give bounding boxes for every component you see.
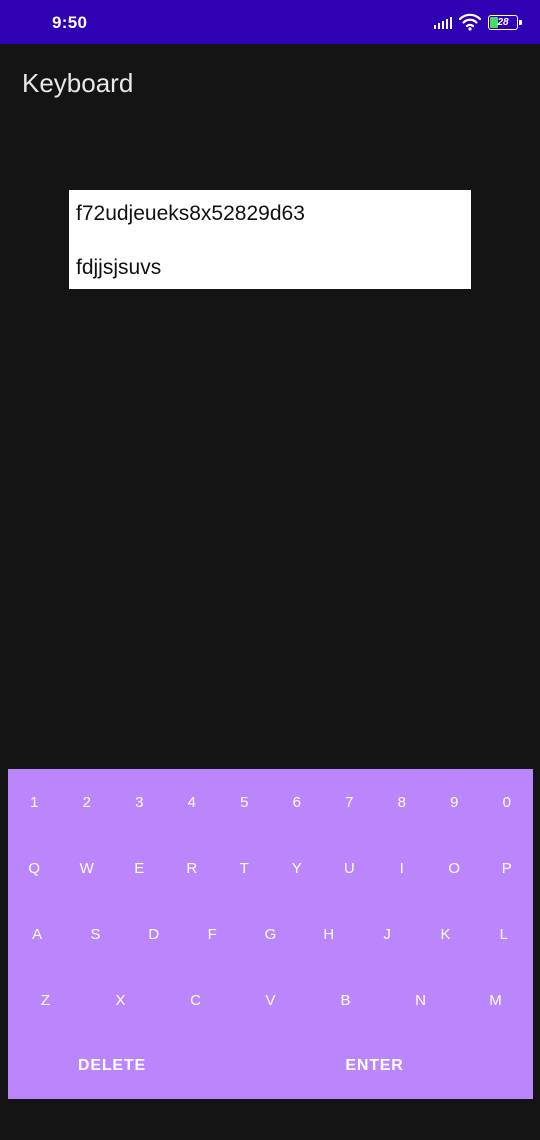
key-9[interactable]: 9 xyxy=(428,769,481,835)
key-0[interactable]: 0 xyxy=(481,769,534,835)
text-display: f72udjeueks8x52829d63 fdjjsjsuvs xyxy=(69,190,471,289)
key-r[interactable]: R xyxy=(166,835,219,901)
key-n[interactable]: N xyxy=(383,967,458,1033)
wifi-icon xyxy=(459,13,481,31)
text-line-2: fdjjsjsuvs xyxy=(76,256,162,279)
keyboard-row-qwerty: Q W E R T Y U I O P xyxy=(8,835,533,901)
keyboard-row-numbers: 1 2 3 4 5 6 7 8 9 0 xyxy=(8,769,533,835)
status-bar: 9:50 28 xyxy=(0,0,540,44)
signal-icon xyxy=(433,15,452,29)
key-5[interactable]: 5 xyxy=(218,769,271,835)
key-y[interactable]: Y xyxy=(271,835,324,901)
keyboard-row-zxcv: Z X C V B N M xyxy=(8,967,533,1033)
keyboard: 1 2 3 4 5 6 7 8 9 0 Q W E R T Y U I O P … xyxy=(8,769,533,1099)
text-line-1: f72udjeueks8x52829d63 xyxy=(76,202,305,225)
key-6[interactable]: 6 xyxy=(271,769,324,835)
key-i[interactable]: I xyxy=(376,835,429,901)
status-time: 9:50 xyxy=(52,13,88,32)
key-p[interactable]: P xyxy=(481,835,534,901)
key-f[interactable]: F xyxy=(183,901,241,967)
key-e[interactable]: E xyxy=(113,835,166,901)
key-c[interactable]: C xyxy=(158,967,233,1033)
key-o[interactable]: O xyxy=(428,835,481,901)
battery-level: 28 xyxy=(497,16,509,28)
key-q[interactable]: Q xyxy=(8,835,61,901)
key-x[interactable]: X xyxy=(83,967,158,1033)
key-m[interactable]: M xyxy=(458,967,533,1033)
key-7[interactable]: 7 xyxy=(323,769,376,835)
keyboard-row-asdf: A S D F G H J K L xyxy=(8,901,533,967)
status-icons: 28 xyxy=(433,13,522,31)
delete-key[interactable]: DELETE xyxy=(8,1033,216,1099)
battery-icon: 28 xyxy=(488,14,522,30)
key-8[interactable]: 8 xyxy=(376,769,429,835)
key-3[interactable]: 3 xyxy=(113,769,166,835)
key-z[interactable]: Z xyxy=(8,967,83,1033)
key-u[interactable]: U xyxy=(323,835,376,901)
keyboard-row-actions: DELETE ENTER xyxy=(8,1033,533,1099)
key-t[interactable]: T xyxy=(218,835,271,901)
enter-key[interactable]: ENTER xyxy=(216,1033,533,1099)
key-d[interactable]: D xyxy=(125,901,183,967)
key-k[interactable]: K xyxy=(416,901,474,967)
key-s[interactable]: S xyxy=(66,901,124,967)
key-b[interactable]: B xyxy=(308,967,383,1033)
key-1[interactable]: 1 xyxy=(8,769,61,835)
app-title: Keyboard xyxy=(22,68,134,98)
key-2[interactable]: 2 xyxy=(61,769,114,835)
key-v[interactable]: V xyxy=(233,967,308,1033)
key-a[interactable]: A xyxy=(8,901,66,967)
key-g[interactable]: G xyxy=(241,901,299,967)
key-j[interactable]: J xyxy=(358,901,416,967)
key-w[interactable]: W xyxy=(61,835,114,901)
key-l[interactable]: L xyxy=(475,901,533,967)
key-4[interactable]: 4 xyxy=(166,769,219,835)
key-h[interactable]: H xyxy=(300,901,358,967)
